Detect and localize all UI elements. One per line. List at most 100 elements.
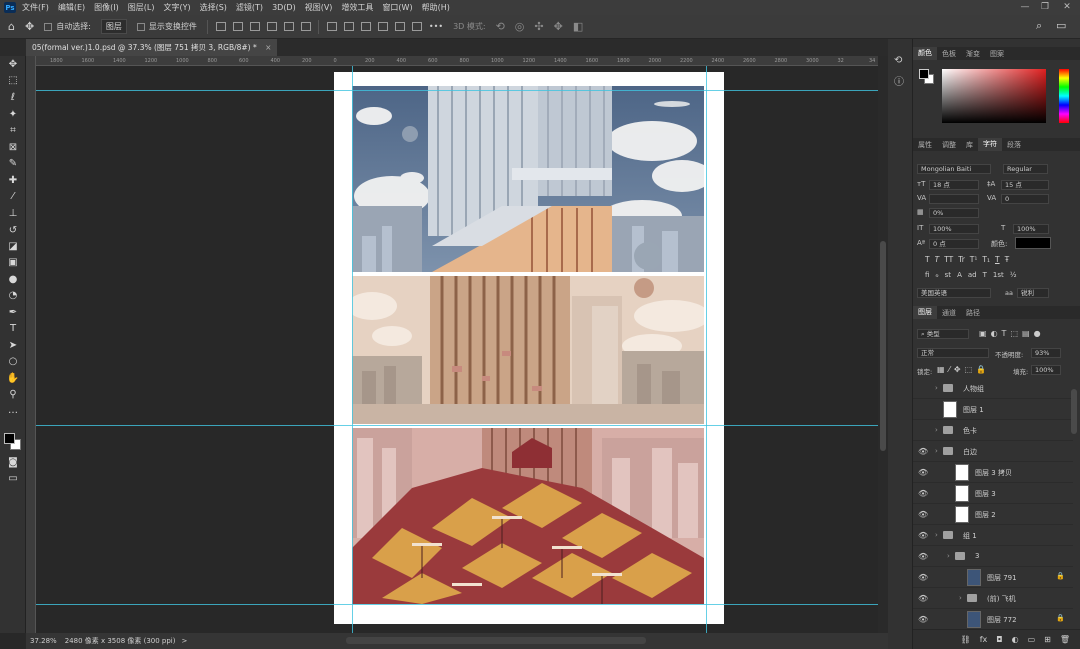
document-tab[interactable]: 05(formal ver.)1.0.psd @ 37.3% (图层 751 拷…: [26, 39, 278, 56]
more-options-button[interactable]: •••: [429, 22, 443, 31]
healing-brush-icon[interactable]: ✚: [5, 174, 21, 188]
distribute-center-icon[interactable]: [343, 22, 354, 31]
align-right-icon[interactable]: [249, 22, 260, 31]
menu-layer[interactable]: 图层(L): [128, 2, 155, 13]
menu-3d[interactable]: 3D(D): [272, 3, 296, 12]
canvas-scrollbar[interactable]: [878, 56, 888, 633]
auto-select-dropdown[interactable]: 图层: [100, 19, 127, 34]
tab-paths[interactable]: 路径: [961, 308, 985, 318]
close-window-button[interactable]: ✕: [1058, 0, 1076, 15]
visibility-eye-icon[interactable]: 👁: [918, 552, 928, 561]
align-top-icon[interactable]: [266, 22, 277, 31]
fx-icon[interactable]: fx: [980, 635, 988, 644]
show-transform-checkbox[interactable]: [136, 22, 145, 31]
lock-artboard-icon[interactable]: ⬚: [965, 365, 977, 374]
brush-tool-icon[interactable]: ⁄: [5, 190, 21, 204]
screen-mode-icon[interactable]: ▭: [5, 472, 21, 486]
3d-scale-icon[interactable]: ◧: [573, 20, 583, 33]
smart-object-filter-icon[interactable]: ▤: [1022, 329, 1034, 338]
guide-horizontal[interactable]: [36, 604, 878, 605]
move-tool-icon[interactable]: ✥: [25, 20, 34, 33]
layer-row[interactable]: › 色卡: [913, 420, 1073, 441]
tab-color[interactable]: 颜色: [913, 47, 937, 60]
expand-chevron-icon[interactable]: ›: [935, 447, 938, 455]
scrollbar-thumb[interactable]: [880, 241, 886, 451]
align-left-icon[interactable]: [215, 22, 226, 31]
workspace-icon[interactable]: ▭: [1056, 19, 1066, 32]
visibility-eye-icon[interactable]: 👁: [918, 594, 928, 603]
frame-tool-icon[interactable]: ⊠: [5, 141, 21, 155]
visibility-eye-icon[interactable]: 👁: [918, 447, 928, 456]
expand-chevron-icon[interactable]: ›: [935, 384, 938, 392]
home-icon[interactable]: ⌂: [8, 20, 15, 33]
path-select-icon[interactable]: ➤: [5, 339, 21, 353]
pixel-filter-icon[interactable]: ▣: [979, 329, 991, 338]
strikethrough-button[interactable]: Ŧ: [1005, 255, 1010, 264]
add-mask-icon[interactable]: ◘: [996, 635, 1002, 644]
font-style-select[interactable]: Regular: [1003, 164, 1048, 174]
faux-bold-button[interactable]: T: [925, 255, 930, 264]
layer-row[interactable]: 👁 图层 3: [913, 483, 1073, 504]
distribute-middle-icon[interactable]: [394, 22, 405, 31]
hand-tool-icon[interactable]: ✋: [5, 372, 21, 386]
font-family-select[interactable]: Mongolian Baiti: [917, 164, 991, 174]
distribute-top-icon[interactable]: [377, 22, 388, 31]
fractions-button[interactable]: ½: [1010, 271, 1017, 279]
history-brush-icon[interactable]: ↺: [5, 224, 21, 238]
contextual-alternates-button[interactable]: ℴ: [935, 271, 938, 279]
layer-row[interactable]: 👁 图层 772 🔒: [913, 609, 1073, 628]
tab-patterns[interactable]: 图案: [985, 49, 1009, 59]
link-layers-icon[interactable]: ⛓: [961, 635, 971, 644]
3d-rotate-icon[interactable]: ⟲: [496, 20, 505, 33]
lasso-tool-icon[interactable]: ℓ: [5, 91, 21, 105]
color-foreground-swatch[interactable]: [919, 69, 929, 79]
layer-row[interactable]: 👁 › 白边: [913, 441, 1073, 462]
layer-row[interactable]: › 人物组: [913, 378, 1073, 399]
ellipse-tool-icon[interactable]: ○: [5, 355, 21, 369]
marquee-tool-icon[interactable]: ⬚: [5, 74, 21, 88]
menu-plugins[interactable]: 增效工具: [341, 2, 373, 13]
distribute-bottom-icon[interactable]: [411, 22, 422, 31]
search-icon[interactable]: ⌕: [1036, 19, 1042, 33]
faux-italic-button[interactable]: T: [935, 255, 940, 264]
dodge-tool-icon[interactable]: ◔: [5, 289, 21, 303]
pen-tool-icon[interactable]: ✒: [5, 306, 21, 320]
baseline-shift-field[interactable]: 0 点: [929, 239, 979, 249]
swash-button[interactable]: A: [957, 271, 962, 279]
canvas-area[interactable]: [36, 66, 878, 633]
blur-tool-icon[interactable]: ●: [5, 273, 21, 287]
blend-mode-select[interactable]: 正常: [917, 348, 989, 358]
zoom-level[interactable]: 37.28%: [30, 637, 57, 645]
subscript-button[interactable]: T₁: [982, 255, 990, 264]
all-caps-button[interactable]: TT: [944, 255, 953, 264]
close-tab-icon[interactable]: ×: [265, 43, 271, 52]
3d-roll-icon[interactable]: ◎: [515, 20, 525, 33]
discretionary-ligatures-button[interactable]: st: [945, 271, 951, 279]
tracking-field[interactable]: 0: [1001, 194, 1049, 204]
visibility-eye-icon[interactable]: 👁: [918, 573, 928, 582]
tab-character[interactable]: 字符: [978, 138, 1002, 151]
quick-mask-icon[interactable]: ◙: [5, 456, 21, 470]
layer-filter-select[interactable]: ⌕ 类型: [917, 329, 969, 339]
guide-horizontal[interactable]: [36, 90, 878, 91]
crop-tool-icon[interactable]: ⌗: [5, 124, 21, 138]
guide-vertical[interactable]: [706, 66, 707, 633]
menu-image[interactable]: 图像(I): [94, 2, 119, 13]
lock-all-icon[interactable]: 🔒: [976, 365, 990, 374]
tsume-field[interactable]: 0%: [929, 208, 979, 218]
tab-layers[interactable]: 图层: [913, 306, 937, 319]
vertical-scale-field[interactable]: 100%: [929, 224, 979, 234]
align-center-icon[interactable]: [232, 22, 243, 31]
history-panel-icon[interactable]: ⟲: [894, 55, 902, 66]
ligatures-button[interactable]: fi: [925, 271, 929, 279]
guide-vertical[interactable]: [352, 66, 353, 633]
language-select[interactable]: 美国英语: [917, 288, 991, 298]
new-layer-icon[interactable]: ⊞: [1044, 635, 1051, 644]
layer-row[interactable]: 👁 › 3: [913, 546, 1073, 567]
color-picker-field[interactable]: [942, 69, 1046, 123]
opacity-field[interactable]: 93%: [1031, 348, 1061, 358]
menu-edit[interactable]: 编辑(E): [58, 2, 85, 13]
visibility-eye-icon[interactable]: 👁: [918, 615, 928, 624]
info-panel-icon[interactable]: ⓘ: [894, 73, 904, 88]
layers-scrollbar-thumb[interactable]: [1071, 389, 1077, 434]
